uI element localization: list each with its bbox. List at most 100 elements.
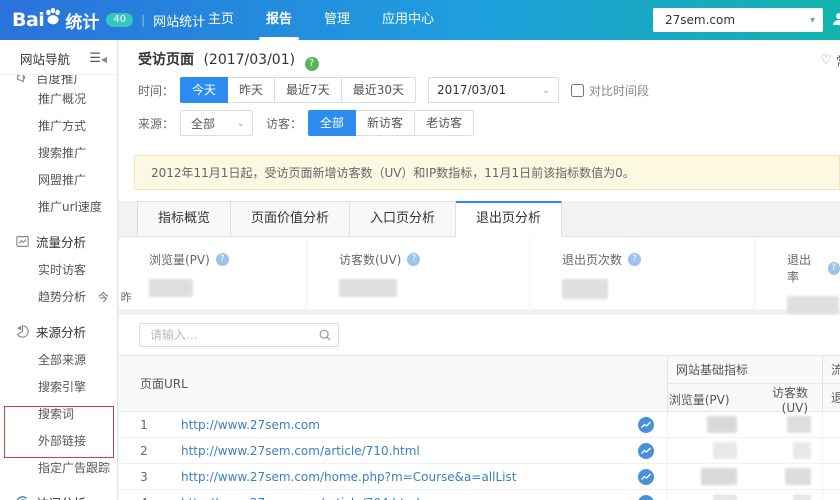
help-icon[interactable]: ? (628, 253, 642, 266)
metric-exit-count: 退出页次数 ? (529, 237, 754, 309)
nav-report[interactable]: 报告 (250, 0, 308, 40)
search-input[interactable] (139, 323, 339, 347)
compare-period-checkbox[interactable] (570, 83, 584, 97)
sidebar-item-promo-method[interactable]: 推广方式 (0, 112, 117, 139)
version-badge: 40 (106, 13, 134, 27)
summary-metrics: 浏览量(PV) ? 访客数(UV) ? 退出页次数 ? 退出率 ? (119, 237, 840, 314)
help-icon[interactable]: ? (407, 253, 421, 266)
metric-pv-label: 浏览量(PV) (149, 253, 210, 267)
time-last7days-button[interactable]: 最近7天 (274, 77, 342, 103)
redacted-value (713, 442, 737, 459)
tab-exit-page-analysis[interactable]: 退出页分析 (456, 201, 563, 237)
chevron-down-icon: ⌄ (541, 84, 550, 96)
redacted-value (793, 494, 811, 500)
sidebar-item-search-engines[interactable]: 搜索引擎 (0, 373, 117, 400)
sidebar-section-traffic-analysis[interactable]: 流量分析 (0, 227, 117, 256)
nav-home[interactable]: 主页 (192, 0, 250, 40)
line-chart-icon (16, 236, 29, 247)
nav-app-center[interactable]: 应用中心 (366, 0, 450, 40)
sidebar-item-promo-overview[interactable]: 推广概况 (0, 85, 117, 112)
page-url-link[interactable]: http://www.27sem.com (181, 418, 320, 432)
page-header: 受访页面 (2017/03/01) ? ♡ 常 (119, 40, 840, 71)
report-tabs: 指标概览 页面价值分析 入口页分析 退出页分析 (119, 201, 840, 237)
trend-chart-icon[interactable] (638, 494, 654, 500)
metric-exit-rate-label: 退出率 (787, 253, 812, 284)
help-icon[interactable]: ? (304, 57, 319, 71)
baidu-tongji-logo[interactable]: Bai 统计 (12, 6, 99, 34)
heart-icon: ♡ (820, 53, 832, 68)
column-header-pv[interactable]: 浏览量(PV) (668, 391, 748, 408)
nav-manage[interactable]: 管理 (308, 0, 366, 40)
column-header-page-url[interactable]: 页面URL (119, 356, 668, 411)
trend-today-link[interactable]: 今 (98, 291, 109, 304)
sidebar-section-baidu-promo[interactable]: 百度推广 (0, 75, 117, 85)
time-range-group: 今天 昨天 最近7天 最近30天 (180, 77, 416, 103)
paw-icon (46, 7, 61, 25)
site-selector-dropdown[interactable]: 27sem.com ▾ (653, 8, 823, 32)
baidu-tongji-app: Bai 统计 40 | 网站统计 主页 报告 管理 应用中心 27sem.com… (0, 0, 840, 500)
sidebar-item-external-links[interactable]: 外部链接 (0, 427, 117, 454)
chevron-down-icon: ▾ (809, 14, 815, 26)
visitor-all-button[interactable]: 全部 (308, 110, 357, 136)
visitor-returning-button[interactable]: 老访客 (414, 110, 475, 136)
sidebar: 网站导航 ☰◀ 百度推广 推广概况 推广方式 搜索推广 网盟推广 推广url速度… (0, 40, 132, 500)
logo-text-bai: Bai (12, 9, 45, 31)
tab-metric-overview[interactable]: 指标概览 (137, 201, 232, 237)
sidebar-section-visit-analysis[interactable]: 访问分析 (0, 488, 117, 500)
topbar: Bai 统计 40 | 网站统计 主页 报告 管理 应用中心 27sem.com… (0, 0, 840, 40)
trend-chart-icon[interactable] (638, 468, 654, 485)
tab-entry-page-analysis[interactable]: 入口页分析 (350, 201, 457, 237)
date-value: 2017/03/01 (436, 83, 507, 97)
favorite-report[interactable]: ♡ 常 (820, 51, 840, 70)
time-today-button[interactable]: 今天 (180, 77, 229, 103)
help-icon[interactable]: ? (827, 261, 840, 275)
site-selector-value: 27sem.com (665, 13, 736, 27)
sidebar-item-promo-url-speed[interactable]: 推广url速度 (0, 193, 117, 220)
sidebar-item-search-terms[interactable]: 搜索词 (0, 400, 117, 427)
page-title-date: (2017/03/01) (203, 52, 296, 68)
help-icon[interactable]: ? (215, 253, 229, 266)
sidebar-item-all-sources[interactable]: 全部来源 (0, 346, 117, 373)
compare-period-option[interactable]: 对比时间段 (570, 82, 649, 99)
redacted-value (787, 416, 811, 433)
redacted-value (149, 279, 193, 297)
sidebar-item-ad-tracking[interactable]: 指定广告跟踪 (0, 454, 117, 481)
page-url-link[interactable]: http://www.27sem.com/article/710.html (181, 444, 420, 458)
visit-analysis-icon (16, 496, 28, 500)
user-icon[interactable] (831, 11, 840, 27)
trend-yesterday-link[interactable]: 昨 (121, 291, 132, 304)
page-url-link[interactable]: http://www.27sem.com/article/704.html (181, 496, 420, 500)
page-url-link[interactable]: http://www.27sem.com/home.php?m=Course&a… (181, 470, 516, 484)
logo-text-tongji: 统计 (65, 12, 100, 33)
sidebar-item-realtime-visitors[interactable]: 实时访客 (0, 256, 117, 283)
sidebar-item-network-promo[interactable]: 网盟推广 (0, 166, 117, 193)
redacted-value (339, 279, 397, 297)
time-yesterday-button[interactable]: 昨天 (227, 77, 276, 103)
source-select[interactable]: 全部 ⌄ (180, 110, 254, 136)
search-icon[interactable] (318, 328, 332, 342)
table-row: 1 http://www.27sem.com (119, 412, 840, 438)
column-group-basic-metrics: 网站基础指标 浏览量(PV) 访客数(UV) (668, 356, 823, 415)
metric-exit-count-label: 退出页次数 (562, 253, 623, 267)
time-last30days-button[interactable]: 最近30天 (340, 77, 416, 103)
trend-chart-icon[interactable] (638, 416, 654, 433)
table-panel: 页面URL 网站基础指标 浏览量(PV) 访客数(UV) 流量 退出 1 htt… (119, 323, 840, 500)
table-row: 2 http://www.27sem.com/article/710.html (119, 438, 840, 464)
section-label: 访问分析 (36, 493, 86, 500)
top-nav: 主页 报告 管理 应用中心 (192, 0, 450, 40)
sidebar-item-trend-analysis[interactable]: 趋势分析 今 昨 (0, 283, 132, 310)
column-header-exit[interactable]: 退出 (823, 384, 840, 411)
column-header-uv[interactable]: 访客数(UV) (748, 384, 823, 415)
date-picker[interactable]: 2017/03/01 ⌄ (427, 77, 559, 103)
redacted-value (562, 279, 608, 299)
pie-chart-icon (16, 325, 29, 338)
collapse-sidebar-icon[interactable]: ☰◀ (89, 51, 107, 66)
time-label: 时间： (138, 83, 175, 98)
page-title: 受访页面 (138, 52, 194, 68)
sidebar-section-source-analysis[interactable]: 来源分析 (0, 317, 117, 346)
sidebar-title: 网站导航 (20, 52, 71, 67)
sidebar-item-search-promo[interactable]: 搜索推广 (0, 139, 117, 166)
visitor-new-button[interactable]: 新访客 (355, 110, 416, 136)
tab-page-value-analysis[interactable]: 页面价值分析 (231, 201, 351, 237)
trend-chart-icon[interactable] (638, 442, 654, 459)
